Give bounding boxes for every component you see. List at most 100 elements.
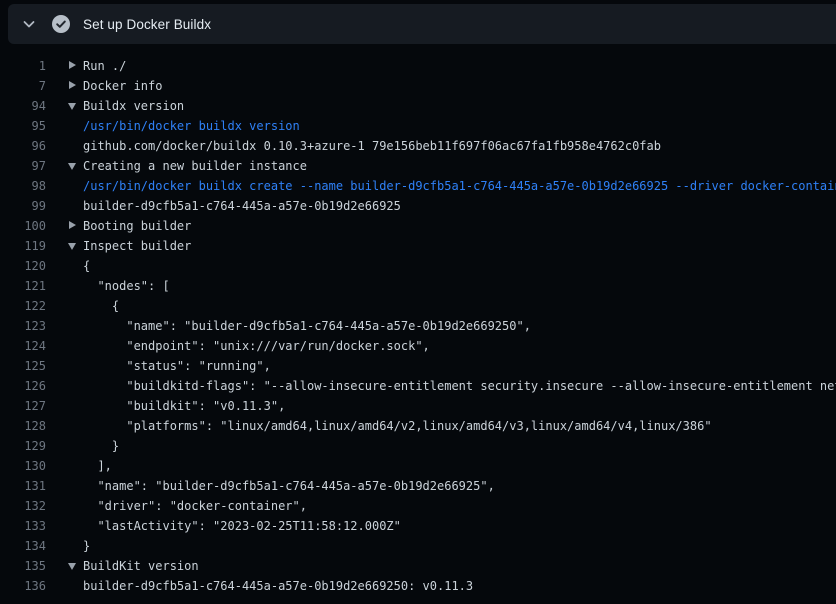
- group-title: BuildKit version: [83, 556, 199, 576]
- indent-spacer: [68, 316, 83, 336]
- output-text: ],: [83, 456, 112, 476]
- group-title: Inspect builder: [83, 236, 191, 256]
- step-header[interactable]: Set up Docker Buildx: [8, 4, 836, 44]
- group-arrow-expanded-icon[interactable]: [68, 556, 83, 576]
- output-text: {: [83, 296, 119, 316]
- indent-spacer: [68, 416, 83, 436]
- indent-spacer: [68, 436, 83, 456]
- line-number-link[interactable]: 127: [0, 396, 46, 416]
- log-line: 134}: [0, 536, 836, 556]
- log-line: 122 {: [0, 296, 836, 316]
- output-text: builder-d9cfb5a1-c764-445a-a57e-0b19d2e6…: [83, 576, 473, 596]
- output-text: {: [83, 256, 90, 276]
- line-number-link[interactable]: 122: [0, 296, 46, 316]
- indent-spacer: [68, 336, 83, 356]
- output-text: github.com/docker/buildx 0.10.3+azure-1 …: [83, 136, 661, 156]
- output-text: "name": "builder-d9cfb5a1-c764-445a-a57e…: [83, 316, 531, 336]
- output-text: "endpoint": "unix:///var/run/docker.sock…: [83, 336, 430, 356]
- log-group-row[interactable]: 94 Buildx version: [0, 96, 836, 116]
- group-title: Creating a new builder instance: [83, 156, 307, 176]
- group-title: Buildx version: [83, 96, 184, 116]
- group-arrow-expanded-icon[interactable]: [68, 156, 83, 176]
- log-line: 123 "name": "builder-d9cfb5a1-c764-445a-…: [0, 316, 836, 336]
- line-number-link[interactable]: 129: [0, 436, 46, 456]
- indent-spacer: [68, 176, 83, 196]
- line-number-link[interactable]: 135: [0, 556, 46, 576]
- indent-spacer: [68, 576, 83, 596]
- group-arrow-expanded-icon[interactable]: [68, 236, 83, 256]
- log-line: 128 "platforms": "linux/amd64,linux/amd6…: [0, 416, 836, 436]
- line-number-link[interactable]: 123: [0, 316, 46, 336]
- line-number-link[interactable]: 1: [0, 56, 46, 76]
- step-title: Set up Docker Buildx: [83, 17, 211, 32]
- group-arrow-expanded-icon[interactable]: [68, 96, 83, 116]
- line-number-link[interactable]: 100: [0, 216, 46, 236]
- log-line: 133 "lastActivity": "2023-02-25T11:58:12…: [0, 516, 836, 536]
- log-line: 131 "name": "builder-d9cfb5a1-c764-445a-…: [0, 476, 836, 496]
- line-number-link[interactable]: 121: [0, 276, 46, 296]
- line-number-link[interactable]: 128: [0, 416, 46, 436]
- line-number-link[interactable]: 97: [0, 156, 46, 176]
- command-text: /usr/bin/docker buildx create --name bui…: [83, 176, 836, 196]
- output-text: "platforms": "linux/amd64,linux/amd64/v2…: [83, 416, 712, 436]
- output-text: }: [83, 536, 90, 556]
- indent-spacer: [68, 136, 83, 156]
- log-group-row[interactable]: 1Run ./: [0, 56, 836, 76]
- line-number-link[interactable]: 99: [0, 196, 46, 216]
- indent-spacer: [68, 376, 83, 396]
- log-line: 136 builder-d9cfb5a1-c764-445a-a57e-0b19d…: [0, 576, 836, 596]
- line-number-link[interactable]: 120: [0, 256, 46, 276]
- group-title: Booting builder: [83, 216, 191, 236]
- log-line: 124 "endpoint": "unix:///var/run/docker.…: [0, 336, 836, 356]
- indent-spacer: [68, 196, 83, 216]
- output-text: "nodes": [: [83, 276, 170, 296]
- log-group-row[interactable]: 135 BuildKit version: [0, 556, 836, 576]
- line-number-link[interactable]: 136: [0, 576, 46, 596]
- log-line: 129 }: [0, 436, 836, 456]
- log-line: 120 {: [0, 256, 836, 276]
- line-number-link[interactable]: 132: [0, 496, 46, 516]
- output-text: "driver": "docker-container",: [83, 496, 307, 516]
- log-group-row[interactable]: 100 Booting builder: [0, 216, 836, 236]
- line-number-link[interactable]: 134: [0, 536, 46, 556]
- log-group-row[interactable]: 7 Docker info: [0, 76, 836, 96]
- line-number-link[interactable]: 7: [0, 76, 46, 96]
- log-group-row[interactable]: 97 Creating a new builder instance: [0, 156, 836, 176]
- output-text: "buildkit": "v0.11.3",: [83, 396, 285, 416]
- log-line: 130 ],: [0, 456, 836, 476]
- log-line: 96 github.com/docker/buildx 0.10.3+azure-…: [0, 136, 836, 156]
- indent-spacer: [68, 296, 83, 316]
- log-lines-container: 1Run ./7Docker info94Buildx version95/us…: [0, 56, 836, 604]
- output-text: "status": "running",: [83, 356, 271, 376]
- log-line: 126 "buildkitd-flags": "--allow-insecure…: [0, 376, 836, 396]
- log-group-row[interactable]: 119 Inspect builder: [0, 236, 836, 256]
- group-arrow-collapsed-icon[interactable]: [68, 56, 83, 76]
- line-number-link[interactable]: 124: [0, 336, 46, 356]
- line-number-link[interactable]: 126: [0, 376, 46, 396]
- command-text: /usr/bin/docker buildx version: [83, 116, 300, 136]
- line-number-link[interactable]: 95: [0, 116, 46, 136]
- line-number-link[interactable]: 94: [0, 96, 46, 116]
- group-title: Docker info: [83, 76, 162, 96]
- output-text: }: [83, 436, 119, 456]
- indent-spacer: [68, 476, 83, 496]
- step-status-check-icon: [52, 15, 70, 33]
- group-arrow-collapsed-icon[interactable]: [68, 76, 83, 96]
- indent-spacer: [68, 276, 83, 296]
- line-number-link[interactable]: 130: [0, 456, 46, 476]
- output-text: "name": "builder-d9cfb5a1-c764-445a-a57e…: [83, 476, 495, 496]
- log-line: 125 "status": "running",: [0, 356, 836, 376]
- group-arrow-collapsed-icon[interactable]: [68, 216, 83, 236]
- chevron-down-icon[interactable]: [21, 16, 37, 32]
- indent-spacer: [68, 356, 83, 376]
- line-number-link[interactable]: 98: [0, 176, 46, 196]
- log-line: 132 "driver": "docker-container",: [0, 496, 836, 516]
- line-number-link[interactable]: 125: [0, 356, 46, 376]
- line-number-link[interactable]: 119: [0, 236, 46, 256]
- line-number-link[interactable]: 96: [0, 136, 46, 156]
- line-number-link[interactable]: 133: [0, 516, 46, 536]
- line-number-link[interactable]: 131: [0, 476, 46, 496]
- output-text: "buildkitd-flags": "--allow-insecure-ent…: [83, 376, 836, 396]
- log-line: 98/usr/bin/docker buildx create --name b…: [0, 176, 836, 196]
- log-line: 95/usr/bin/docker buildx version: [0, 116, 836, 136]
